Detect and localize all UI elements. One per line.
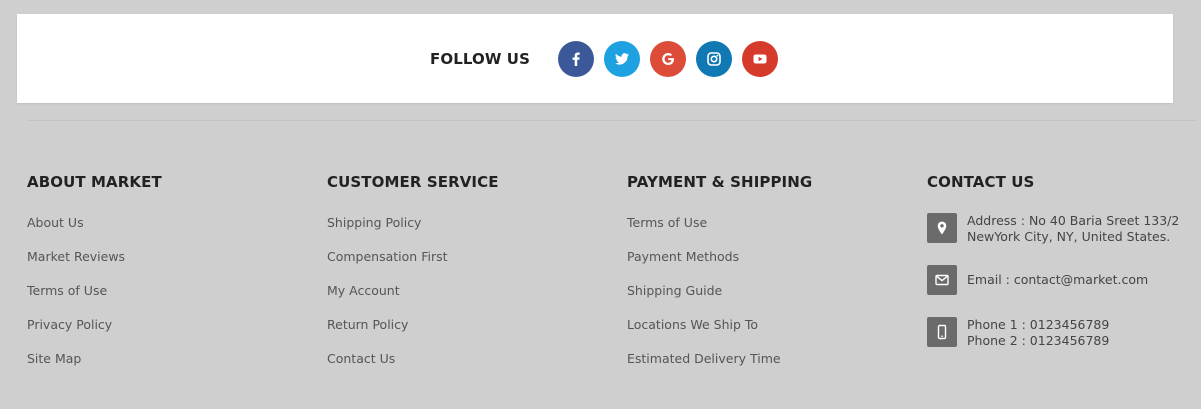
- contact-us-title: CONTACT US: [927, 173, 1035, 191]
- payment-shipping-title: PAYMENT & SHIPPING: [627, 173, 813, 191]
- market-reviews-link[interactable]: Market Reviews: [27, 249, 125, 264]
- customer-service-links: Shipping Policy Compensation First My Ac…: [327, 214, 499, 368]
- footer-divider: [27, 120, 1197, 121]
- social-links: [557, 40, 778, 77]
- follow-us-title: FOLLOW US: [430, 49, 530, 68]
- my-account-link[interactable]: My Account: [327, 283, 400, 298]
- google-icon: [660, 51, 676, 67]
- customer-service-column: CUSTOMER SERVICE Shipping Policy Compens…: [327, 172, 499, 384]
- customer-service-title: CUSTOMER SERVICE: [327, 173, 499, 191]
- instagram-icon: [706, 51, 722, 67]
- mobile-phone-icon: [927, 317, 957, 347]
- instagram-link[interactable]: [695, 40, 732, 77]
- payment-terms-of-use-link[interactable]: Terms of Use: [627, 215, 707, 230]
- payment-shipping-column: PAYMENT & SHIPPING Terms of Use Payment …: [627, 172, 812, 384]
- address-text: Address : No 40 Baria Sreet 133/2 NewYor…: [967, 213, 1179, 245]
- shipping-policy-link[interactable]: Shipping Policy: [327, 215, 421, 230]
- youtube-link[interactable]: [741, 40, 778, 77]
- locations-we-ship-to-link[interactable]: Locations We Ship To: [627, 317, 758, 332]
- about-market-title: ABOUT MARKET: [27, 173, 162, 191]
- payment-shipping-links: Terms of Use Payment Methods Shipping Gu…: [627, 214, 812, 368]
- google-link[interactable]: [649, 40, 686, 77]
- email-text: Email : contact@market.com: [967, 272, 1149, 287]
- twitter-link[interactable]: [603, 40, 640, 77]
- site-map-link[interactable]: Site Map: [27, 351, 81, 366]
- compensation-first-link[interactable]: Compensation First: [327, 249, 448, 264]
- about-market-column: ABOUT MARKET About Us Market Reviews Ter…: [27, 172, 162, 384]
- twitter-icon: [614, 51, 630, 67]
- follow-us-bar: FOLLOW US: [17, 14, 1173, 103]
- contact-us-column: CONTACT US Address : No 40 Baria Sreet 1…: [927, 172, 1197, 372]
- follow-us-group: FOLLOW US: [430, 40, 778, 77]
- youtube-icon: [752, 51, 768, 67]
- contact-email: Email : contact@market.com: [927, 265, 1148, 295]
- address-line-1: Address : No 40 Baria Sreet 133/2: [967, 213, 1180, 228]
- terms-of-use-link[interactable]: Terms of Use: [27, 283, 107, 298]
- contact-us-link[interactable]: Contact Us: [327, 351, 395, 366]
- footer-columns: ABOUT MARKET About Us Market Reviews Ter…: [0, 172, 1201, 392]
- privacy-policy-link[interactable]: Privacy Policy: [27, 317, 112, 332]
- phone-1: Phone 1 : 0123456789: [967, 317, 1110, 332]
- phone-2: Phone 2 : 0123456789: [967, 333, 1110, 348]
- facebook-link[interactable]: [557, 40, 594, 77]
- about-market-links: About Us Market Reviews Terms of Use Pri…: [27, 214, 162, 368]
- address-line-2: NewYork City, NY, United States.: [967, 229, 1171, 244]
- map-marker-icon: [927, 213, 957, 243]
- payment-methods-link[interactable]: Payment Methods: [627, 249, 739, 264]
- estimated-delivery-time-link[interactable]: Estimated Delivery Time: [627, 351, 781, 366]
- return-policy-link[interactable]: Return Policy: [327, 317, 408, 332]
- envelope-icon: [927, 265, 957, 295]
- about-us-link[interactable]: About Us: [27, 215, 84, 230]
- contact-phone: Phone 1 : 0123456789 Phone 2 : 012345678…: [927, 317, 1109, 349]
- contact-address: Address : No 40 Baria Sreet 133/2 NewYor…: [927, 213, 1179, 245]
- facebook-icon: [568, 51, 584, 67]
- shipping-guide-link[interactable]: Shipping Guide: [627, 283, 722, 298]
- phone-text: Phone 1 : 0123456789 Phone 2 : 012345678…: [967, 317, 1109, 349]
